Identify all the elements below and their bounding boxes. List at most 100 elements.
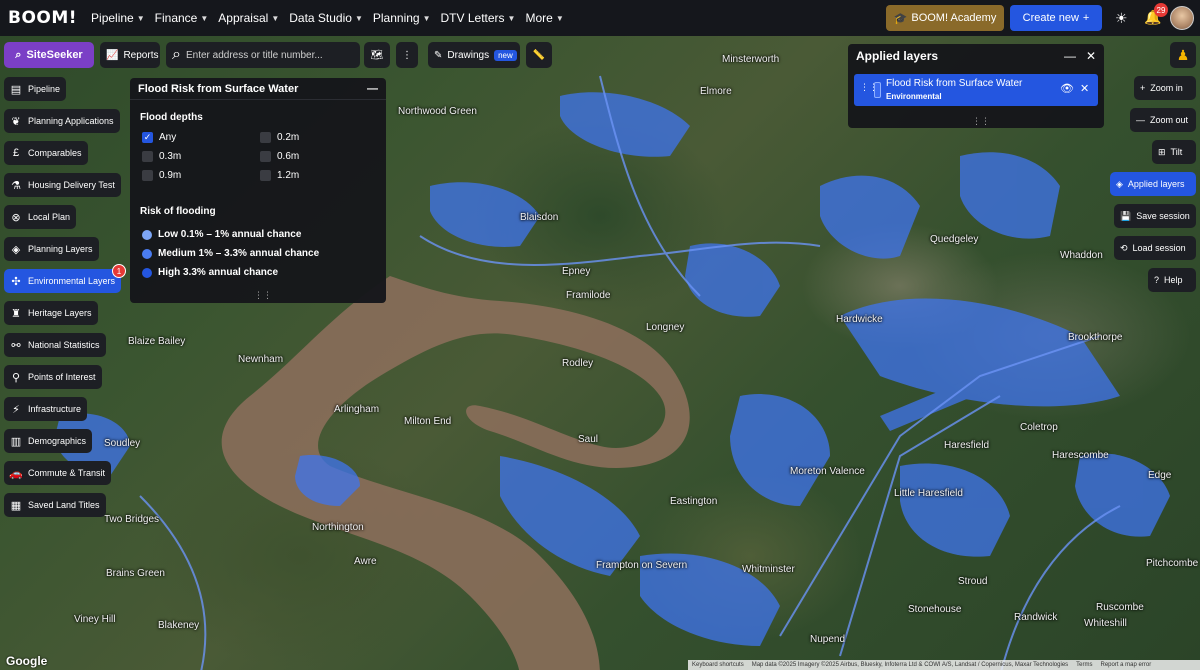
help-button[interactable]: ? Help <box>1148 268 1196 292</box>
remove-layer-icon[interactable]: ✕ <box>1080 82 1089 95</box>
sidebar-item-label: Planning Layers <box>28 244 93 254</box>
applied-layers-label: Applied layers <box>1127 179 1185 189</box>
ruler-icon: 📏 <box>532 49 546 61</box>
applied-layer-row[interactable]: ⋮⋮ Flood Risk from Surface Water Environ… <box>854 74 1098 106</box>
nav-finance[interactable]: Finance ▼ <box>155 11 209 25</box>
sidebar-item-commute-transit[interactable]: 🚗 Commute & Transit <box>4 461 112 485</box>
place-label: Moreton Valence <box>790 466 865 477</box>
search-icon: ⌕ <box>15 48 22 61</box>
avatar[interactable] <box>1170 6 1194 30</box>
chart-icon: 📈 <box>106 49 119 61</box>
measure-button[interactable]: 📏 <box>526 42 552 68</box>
sidebar-item-housing-delivery-test[interactable]: ⚗ Housing Delivery Test <box>4 173 121 197</box>
network-icon: ⚯ <box>11 339 21 352</box>
nav-appraisal[interactable]: Appraisal ▼ <box>218 11 279 25</box>
load-session-button[interactable]: ⟲ Load session <box>1114 236 1196 260</box>
drawings-label: Drawings <box>447 49 490 61</box>
search-input[interactable] <box>185 49 346 61</box>
street-view-pegman-icon[interactable]: ♟ <box>1170 42 1196 68</box>
sidebar-item-planning-layers[interactable]: ◈ Planning Layers <box>4 237 99 261</box>
nav-label: Finance <box>154 11 198 25</box>
close-icon[interactable]: ✕ <box>1086 49 1096 63</box>
nav-planning[interactable]: Planning ▼ <box>373 11 431 25</box>
place-label: Whaddon <box>1060 250 1103 261</box>
tilt-button[interactable]: ⊞ Tilt <box>1152 140 1196 164</box>
leaf-icon: ❦ <box>11 115 21 128</box>
sidebar-item-demographics[interactable]: ▥ Demographics <box>4 429 93 453</box>
place-label: Elmore <box>700 86 732 97</box>
depth-checkbox-0-3m[interactable]: 0.3m <box>142 151 181 162</box>
nav-label: Appraisal <box>218 11 269 25</box>
layer-color-swatch <box>874 82 881 98</box>
google-logo: Google <box>6 654 48 668</box>
save-icon: 💾 <box>1120 210 1132 221</box>
save-session-button[interactable]: 💾 Save session <box>1114 204 1196 228</box>
legend-label: Low 0.1% – 1% annual chance <box>158 229 302 240</box>
checkbox-box <box>260 151 271 162</box>
place-label: Harescombe <box>1052 450 1109 461</box>
more-options-button[interactable]: ⋮ <box>396 42 418 68</box>
sidebar-item-infrastructure[interactable]: ⚡ Infrastructure <box>4 397 88 421</box>
sidebar-item-heritage-layers[interactable]: ♜ Heritage Layers <box>4 301 98 325</box>
sidebar-item-comparables[interactable]: £ Comparables <box>4 141 88 165</box>
pylon-icon: ⚡ <box>12 403 20 416</box>
depth-checkbox-1-2m[interactable]: 1.2m <box>260 170 299 181</box>
drawings-button[interactable]: ✎ Drawings new <box>428 42 520 68</box>
cross-circle-icon: ⊗ <box>11 211 21 224</box>
sidebar-item-planning-applications[interactable]: ❦ Planning Applications <box>4 109 120 133</box>
sidebar-item-national-statistics[interactable]: ⚯ National Statistics <box>4 333 106 357</box>
place-label: Framilode <box>566 290 611 301</box>
place-label: Whitminster <box>742 564 795 575</box>
legend-dot <box>142 267 152 278</box>
nav-data-studio[interactable]: Data Studio ▼ <box>289 11 363 25</box>
create-new-button[interactable]: Create new + <box>1010 5 1102 31</box>
boom-logo[interactable]: BOOM! <box>8 8 77 28</box>
keyboard-shortcuts-link[interactable]: Keyboard shortcuts <box>692 662 744 668</box>
depth-checkbox-any[interactable]: ✓ Any <box>142 132 176 143</box>
sidebar-item-points-of-interest[interactable]: ⚲ Points of Interest <box>4 365 102 389</box>
zoom-out-button[interactable]: — Zoom out <box>1130 108 1196 132</box>
nav-label: Pipeline <box>91 11 134 25</box>
depth-checkbox-0-9m[interactable]: 0.9m <box>142 170 181 181</box>
minimize-icon[interactable]: — <box>367 83 378 95</box>
legend-label: Medium 1% – 3.3% annual chance <box>158 248 320 259</box>
nav-pipeline[interactable]: Pipeline ▼ <box>91 11 145 25</box>
depth-checkbox-0-6m[interactable]: 0.6m <box>260 151 299 162</box>
depth-checkbox-0-2m[interactable]: 0.2m <box>260 132 299 143</box>
zoom-in-button[interactable]: + Zoom in <box>1134 76 1196 100</box>
terms-link[interactable]: Terms <box>1076 662 1092 668</box>
flask-icon: ⚗ <box>11 179 21 192</box>
eye-icon[interactable]: 👁 <box>1060 82 1074 95</box>
theme-toggle-sun-icon[interactable]: ☀ <box>1115 10 1128 27</box>
car-icon: 🚗 <box>9 467 23 480</box>
siteseeker-button[interactable]: ⌕ SiteSeeker <box>4 42 94 68</box>
chevron-down-icon: ▼ <box>555 13 564 23</box>
kebab-menu-icon: ⋮ <box>402 49 412 61</box>
academy-button[interactable]: 🎓 BOOM! Academy <box>886 5 1004 31</box>
stack-icon: ▦ <box>10 499 22 512</box>
reports-button[interactable]: 📈 Reports <box>100 42 160 68</box>
castle-icon: ♜ <box>11 307 21 320</box>
report-map-error-link[interactable]: Report a map error <box>1101 662 1152 668</box>
nav-dtv-letters[interactable]: DTV Letters ▼ <box>441 11 516 25</box>
map-type-button[interactable]: 🗺 <box>364 42 390 68</box>
minimize-icon[interactable]: — <box>1064 49 1076 63</box>
sidebar-item-pipeline[interactable]: ▤ Pipeline <box>4 77 67 101</box>
applied-layers-button[interactable]: ◈ Applied layers <box>1110 172 1196 196</box>
nav-more[interactable]: More ▼ <box>525 11 563 25</box>
minus-icon: — <box>1136 115 1145 125</box>
sidebar-item-label: Planning Applications <box>28 116 114 126</box>
drag-handle-icon[interactable]: ⋮⋮ <box>972 116 990 127</box>
sidebar-item-environmental-layers[interactable]: ✣ Environmental Layers <box>4 269 122 293</box>
chevron-down-icon: ▼ <box>200 13 209 23</box>
attribution-text: Map data ©2025 Imagery ©2025 Airbus, Blu… <box>751 662 1069 668</box>
checkbox-box <box>260 170 271 181</box>
pound-icon: £ <box>12 147 20 159</box>
drag-handle-icon[interactable]: ⋮⋮ <box>254 290 272 301</box>
sidebar-item-saved-land-titles[interactable]: ▦ Saved Land Titles <box>4 493 106 517</box>
checkbox-label: 1.2m <box>277 170 300 181</box>
chevron-down-icon: ▼ <box>422 13 431 23</box>
sidebar-item-local-plan[interactable]: ⊗ Local Plan <box>4 205 77 229</box>
place-label: Newnham <box>238 354 284 365</box>
bar-chart-icon: ▥ <box>10 435 22 448</box>
